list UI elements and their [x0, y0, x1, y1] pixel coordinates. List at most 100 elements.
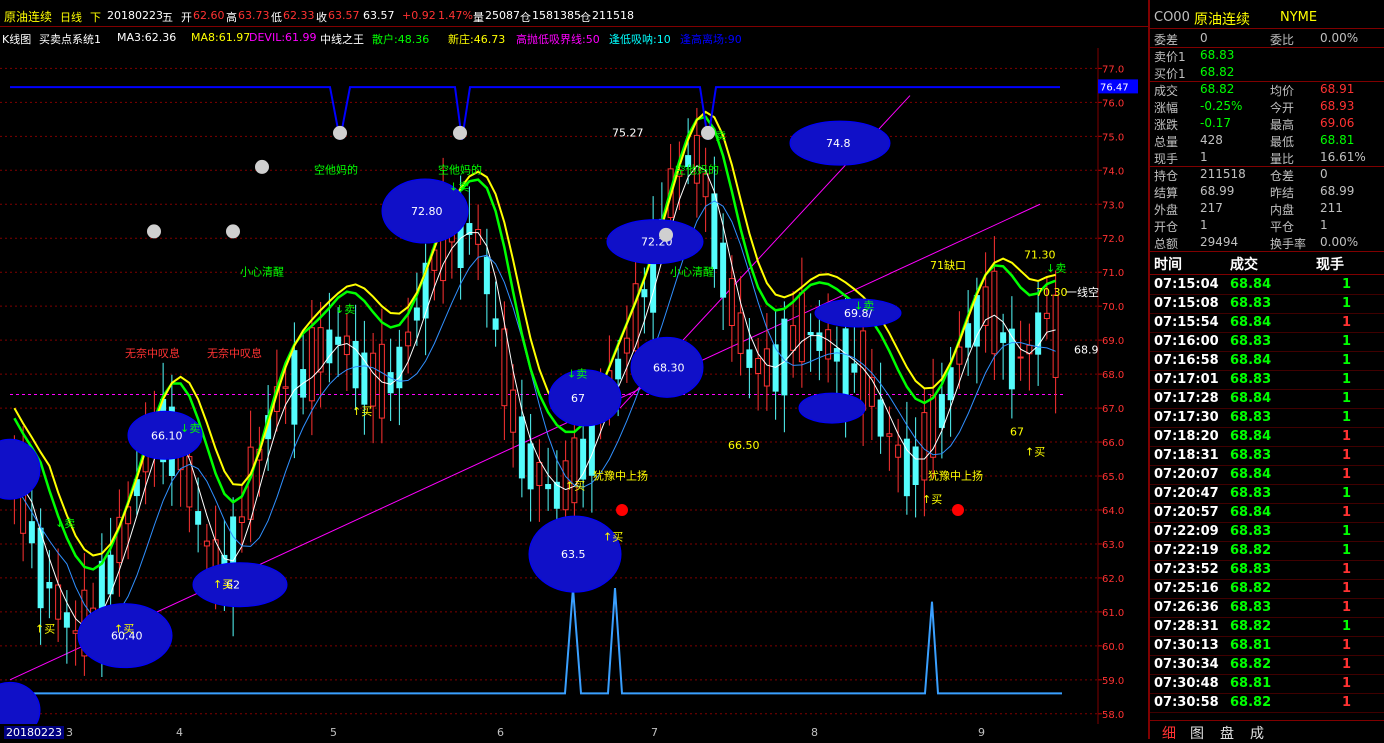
chart-header: 原油连续 日线 下 20180223 五 开 62.60 高 63.73 低 6… — [0, 0, 1148, 27]
devil-value: DEVIL:61.99 — [249, 31, 317, 44]
tick-row[interactable]: 07:15:54 68.84 1 — [1150, 313, 1384, 333]
quote-row: 总量 428 最低 68.81 — [1150, 132, 1384, 149]
smiley-icon — [226, 224, 240, 239]
candle-body — [833, 348, 840, 362]
tick-row[interactable]: 07:30:48 68.81 1 — [1150, 674, 1384, 694]
close-value: 63.57 — [328, 9, 360, 22]
candle-body — [46, 582, 53, 589]
annotation-gap: 71缺口 — [930, 258, 966, 272]
tick-price: 68.83 — [1230, 600, 1272, 615]
candle-body — [28, 521, 35, 544]
quote-label: 量比 — [1270, 152, 1295, 166]
quote-label: 涨跌 — [1154, 118, 1179, 132]
panel-tabs: 细 图 盘 成 — [1150, 720, 1384, 743]
ellipse-note-label: 63.5 — [561, 548, 586, 561]
quote-value: 68.83 — [1200, 48, 1235, 62]
tick-price: 68.82 — [1230, 657, 1272, 672]
tick-volume: 1 — [1342, 410, 1352, 425]
nav-down[interactable]: 下 — [90, 9, 101, 25]
annotation-price: 67 — [1010, 425, 1024, 438]
instrument-name[interactable]: 原油连续 — [4, 8, 52, 25]
candle-body — [475, 228, 482, 245]
tab-chart[interactable]: 图 — [1190, 723, 1204, 743]
quote-label: 涨幅 — [1154, 101, 1179, 115]
candle-body — [203, 540, 210, 547]
tick-row[interactable]: 07:18:31 68.83 1 — [1150, 446, 1384, 466]
tick-volume: 1 — [1342, 524, 1352, 539]
tab-detail[interactable]: 细 — [1162, 723, 1176, 743]
quote-exchange: NYME — [1280, 10, 1318, 25]
sell-marker: ↓卖 — [567, 368, 587, 381]
tab-system[interactable]: 买卖点系统1 — [39, 31, 101, 47]
quote-row: 现手 1 量比 16.61% — [1150, 149, 1384, 166]
tick-time: 07:17:30 — [1154, 410, 1219, 425]
tick-row[interactable]: 07:22:09 68.83 1 — [1150, 522, 1384, 542]
annotation-rise: 犹豫中上扬 — [593, 468, 648, 482]
quote-code: CO00 — [1154, 10, 1190, 25]
annotation-short: 空他妈的 — [314, 163, 358, 177]
tick-row[interactable]: 07:20:07 68.84 1 — [1150, 465, 1384, 485]
tick-row[interactable]: 07:20:57 68.84 1 — [1150, 503, 1384, 523]
quote-label: 内盘 — [1270, 203, 1295, 217]
tick-price: 68.83 — [1230, 524, 1272, 539]
tab-trades[interactable]: 成 — [1250, 723, 1264, 743]
candle-body — [501, 328, 508, 407]
quote-value: 16.61% — [1320, 150, 1366, 164]
candle-body — [492, 318, 499, 330]
buy-marker: ↑买 — [352, 405, 372, 418]
candle-body — [282, 386, 289, 389]
quote-value: 1 — [1200, 218, 1208, 232]
tick-row[interactable]: 07:17:30 68.83 1 — [1150, 408, 1384, 428]
tab-book[interactable]: 盘 — [1220, 723, 1234, 743]
tick-row[interactable]: 07:28:31 68.82 1 — [1150, 617, 1384, 637]
tick-row[interactable]: 07:20:47 68.83 1 — [1150, 484, 1384, 504]
low-label: 低 — [271, 11, 282, 24]
newlow-value: 新庄:46.73 — [448, 33, 506, 46]
tick-row[interactable]: 07:17:28 68.84 1 — [1150, 389, 1384, 409]
quote-value: 68.99 — [1200, 184, 1235, 198]
tick-row[interactable]: 07:15:08 68.83 1 — [1150, 294, 1384, 314]
tick-row[interactable]: 07:18:20 68.84 1 — [1150, 427, 1384, 447]
tick-row[interactable]: 07:30:34 68.82 1 — [1150, 655, 1384, 675]
buy-marker: ↑买 — [35, 622, 55, 635]
retail-value: 散户:48.36 — [372, 33, 430, 46]
candle-body — [886, 433, 893, 437]
tick-row[interactable]: 07:30:13 68.81 1 — [1150, 636, 1384, 656]
price-chart[interactable]: 77.0 76.0 75.0 74.0 73.0 72.0 71.0 70.0 69.0 68.0… — [0, 48, 1148, 724]
tick-time: 07:30:13 — [1154, 638, 1219, 653]
tab-kline[interactable]: K线图 — [2, 31, 31, 47]
quote-value: 0 — [1320, 167, 1328, 181]
tick-row[interactable]: 07:16:58 68.84 1 — [1150, 351, 1384, 371]
tick-row[interactable]: 07:30:58 68.82 1 — [1150, 693, 1384, 713]
annotation-caution: 小心清醒 — [240, 266, 284, 279]
tick-volume: 1 — [1342, 315, 1352, 330]
candle-body — [405, 331, 412, 347]
quote-value: 68.81 — [1320, 133, 1355, 147]
tick-row[interactable]: 07:16:00 68.83 1 — [1150, 332, 1384, 352]
period-label[interactable]: 日线 — [60, 9, 82, 25]
tick-row[interactable]: 07:26:36 68.83 1 — [1150, 598, 1384, 618]
smiley-icon — [701, 125, 715, 140]
tick-price: 68.84 — [1230, 353, 1272, 368]
y-tick-label: 67.0 — [1102, 404, 1124, 415]
y-tick-label: 70.0 — [1102, 302, 1124, 313]
tick-time: 07:23:52 — [1154, 562, 1219, 577]
sellhigh-value: 逢高离场:90 — [680, 33, 742, 46]
indicator-bar: K线图 买卖点系统1 MA3:62.36 MA8:61.97 DEVIL:61.… — [0, 29, 1148, 47]
buylow-value: 逢低吸呐:10 — [609, 33, 671, 46]
candle-body — [711, 193, 718, 270]
x-label-7: 7 — [651, 726, 658, 739]
alert-dot-icon — [952, 503, 964, 516]
change-pct: 1.47% — [438, 9, 473, 22]
candle-body — [536, 462, 543, 486]
tick-row[interactable]: 07:17:01 68.83 1 — [1150, 370, 1384, 390]
tick-row[interactable]: 07:15:04 68.84 1 — [1150, 275, 1384, 295]
tick-row[interactable]: 07:25:16 68.82 1 — [1150, 579, 1384, 599]
candle-body — [973, 295, 980, 347]
tick-row[interactable]: 07:22:19 68.82 1 — [1150, 541, 1384, 561]
tick-price: 68.83 — [1230, 486, 1272, 501]
candle-body — [63, 612, 70, 628]
tick-row[interactable]: 07:23:52 68.83 1 — [1150, 560, 1384, 580]
ticks-col-volume: 现手 — [1316, 257, 1344, 273]
annotation-rise: 犹豫中上扬 — [928, 468, 983, 482]
